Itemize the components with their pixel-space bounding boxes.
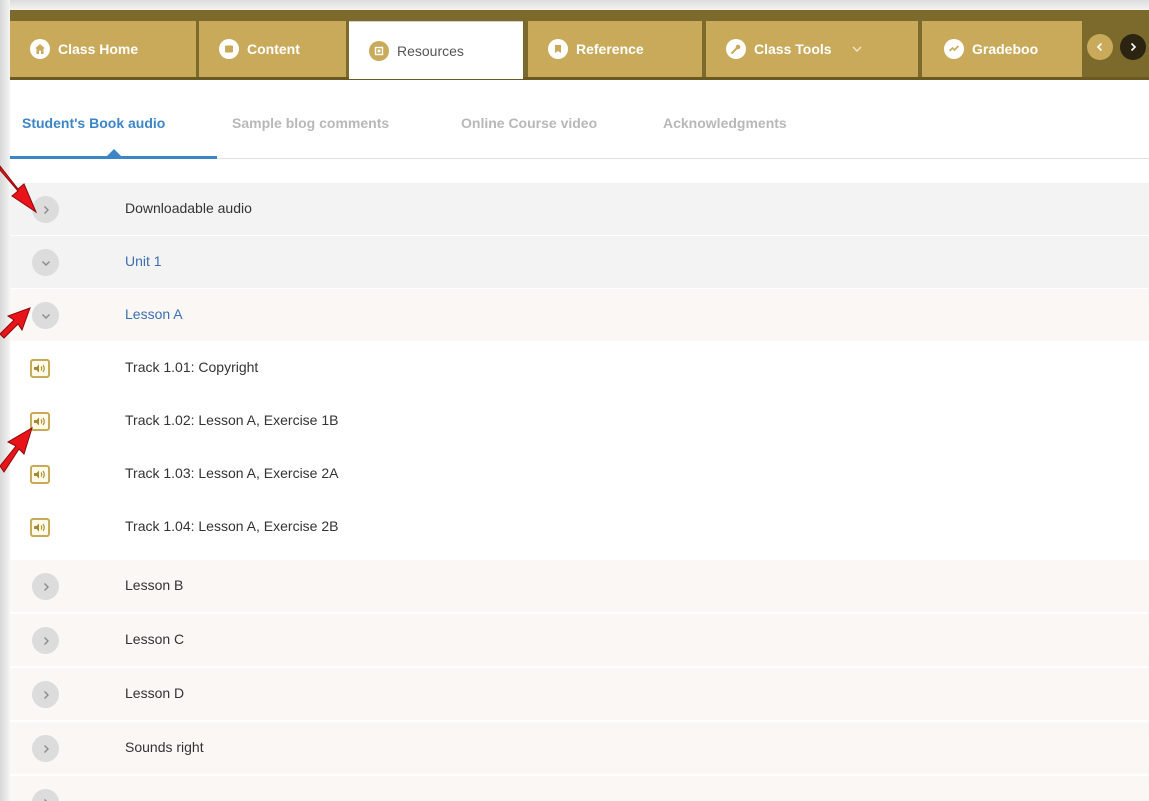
list-item-label: Track 1.01: Copyright — [125, 359, 259, 375]
chevron-down-icon[interactable] — [32, 249, 59, 276]
chevron-left-icon — [1096, 42, 1103, 52]
list-item-label: Lesson C — [125, 631, 185, 647]
list-item[interactable]: Track 1.04: Lesson A, Exercise 2B — [10, 501, 1149, 554]
list-item-label: Sounds right — [125, 739, 204, 755]
list-item-label: Lesson D — [125, 685, 185, 701]
tab-label: Gradeboo — [972, 41, 1039, 57]
chevron-down-icon[interactable] — [852, 42, 862, 56]
list-item-label: Lesson A — [125, 306, 183, 322]
list-item[interactable]: Unit 1 — [10, 236, 1149, 289]
chevron-right-icon — [1130, 42, 1137, 52]
list-item[interactable]: Track 1.02: Lesson A, Exercise 1B — [10, 395, 1149, 448]
chevron-right-icon[interactable] — [32, 573, 59, 600]
reference-icon — [548, 39, 568, 59]
chevron-right-icon[interactable] — [32, 789, 59, 801]
resources-icon — [369, 40, 389, 61]
annotation-arrow-icon — [0, 307, 31, 339]
window-shadow-left — [0, 0, 10, 801]
speaker-icon[interactable] — [30, 518, 50, 537]
list-item[interactable]: Lesson D — [10, 668, 1149, 721]
gradebook-icon — [944, 39, 964, 59]
subtab-students-book-audio[interactable]: Student's Book audio — [22, 115, 165, 131]
nav-next-button[interactable] — [1120, 34, 1146, 60]
list-item[interactable]: Track 1.01: Copyright — [10, 342, 1149, 395]
list-item[interactable]: Lesson B — [10, 560, 1149, 613]
wrench-icon — [726, 39, 746, 59]
tab-gradebook[interactable]: Gradeboo — [922, 21, 1082, 77]
app-frame: Class Home Content Resources Reference C… — [0, 0, 1149, 801]
annotation-arrow-icon — [0, 426, 33, 473]
active-subtab-indicator — [10, 156, 217, 159]
list-item-label: Track 1.02: Lesson A, Exercise 1B — [125, 412, 339, 428]
tab-label: Class Tools — [754, 41, 832, 57]
window-shadow-top — [0, 0, 1149, 10]
active-subtab-pointer — [107, 149, 121, 156]
list-item-partial[interactable] — [10, 776, 1149, 801]
list-item[interactable]: Downloadable audio — [10, 183, 1149, 236]
annotation-arrow-icon — [0, 165, 38, 214]
list-item[interactable]: Lesson A — [10, 289, 1149, 342]
top-nav-bar: Class Home Content Resources Reference C… — [10, 10, 1149, 80]
list-item-label: Track 1.03: Lesson A, Exercise 2A — [125, 465, 339, 481]
subtabs-bar: Student's Book audio Sample blog comment… — [10, 80, 1149, 160]
speaker-icon[interactable] — [30, 359, 50, 378]
list-item-label: Unit 1 — [125, 253, 162, 269]
chevron-down-icon[interactable] — [32, 302, 59, 329]
tab-label: Reference — [576, 41, 644, 57]
subtab-acknowledgments[interactable]: Acknowledgments — [663, 115, 787, 131]
list-item-label: Lesson B — [125, 577, 184, 593]
tab-reference[interactable]: Reference — [528, 21, 702, 77]
tab-class-tools[interactable]: Class Tools — [706, 21, 918, 77]
tab-label: Resources — [397, 42, 464, 59]
list-item-label: Downloadable audio — [125, 200, 252, 216]
tab-content[interactable]: Content — [199, 21, 346, 77]
tab-label: Class Home — [58, 41, 139, 57]
nav-prev-button[interactable] — [1087, 34, 1113, 60]
chevron-right-icon[interactable] — [32, 681, 59, 708]
list-item[interactable]: Lesson C — [10, 614, 1149, 667]
subtab-online-course-video[interactable]: Online Course video — [461, 115, 597, 131]
tab-resources[interactable]: Resources — [349, 21, 523, 79]
tab-class-home[interactable]: Class Home — [10, 21, 196, 77]
tab-label: Content — [247, 41, 300, 57]
list-item-label: Track 1.04: Lesson A, Exercise 2B — [125, 518, 339, 534]
list-item[interactable]: Track 1.03: Lesson A, Exercise 2A — [10, 448, 1149, 501]
chevron-right-icon[interactable] — [32, 627, 59, 654]
list-item[interactable]: Sounds right — [10, 722, 1149, 775]
content-icon — [219, 39, 239, 59]
chevron-right-icon[interactable] — [32, 735, 59, 762]
home-icon — [30, 39, 50, 59]
subtab-sample-blog-comments[interactable]: Sample blog comments — [232, 115, 389, 131]
